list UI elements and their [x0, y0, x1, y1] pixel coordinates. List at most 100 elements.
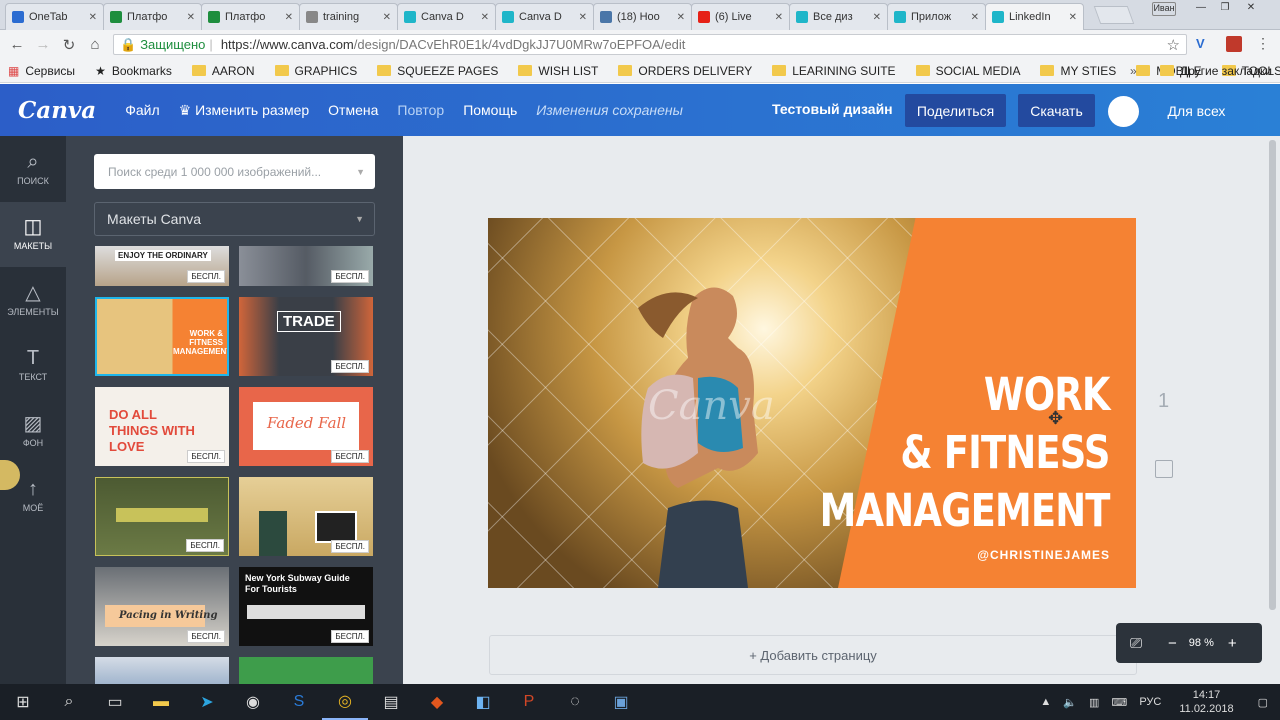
- browser-tab[interactable]: Canva D ✕: [495, 3, 594, 30]
- browser-tab[interactable]: LinkedIn ✕: [985, 3, 1084, 30]
- language-indicator[interactable]: РУС: [1139, 696, 1161, 708]
- layouts-dropdown[interactable]: Макеты Canva ▼: [94, 202, 375, 236]
- back-icon[interactable]: ←: [4, 36, 30, 53]
- clock[interactable]: 14:17 11.02.2018: [1179, 688, 1233, 716]
- search-dropdown-icon[interactable]: ▼: [356, 167, 365, 177]
- close-tab-icon[interactable]: ✕: [873, 12, 881, 23]
- close-window-icon[interactable]: ✕: [1240, 2, 1262, 16]
- document-title[interactable]: Тестовый дизайн: [772, 101, 893, 117]
- sidebar-item-4[interactable]: ▨ ФОН: [0, 398, 66, 463]
- design-handle-text[interactable]: @CHRISTINEJAMES: [977, 548, 1110, 562]
- browser-tab[interactable]: OneTab ✕: [5, 3, 104, 30]
- volume-icon[interactable]: 🔈: [1063, 696, 1077, 709]
- canva-logo[interactable]: Canva: [18, 97, 96, 124]
- app-circle-icon[interactable]: ◌: [552, 684, 598, 720]
- share-button[interactable]: Поделиться: [905, 94, 1006, 127]
- app-blue-icon[interactable]: ◧: [460, 684, 506, 720]
- network-icon[interactable]: ▥: [1089, 696, 1099, 709]
- browser-tab[interactable]: Прилож ✕: [887, 3, 986, 30]
- bookmark-1[interactable]: ★ Bookmarks: [95, 64, 172, 78]
- telegram-icon[interactable]: ➤: [184, 684, 230, 720]
- zoom-in-button[interactable]: +: [1228, 635, 1237, 652]
- layout-thumb[interactable]: ENJOY THE ORDINARY БЕСПЛ.: [95, 246, 229, 286]
- extension-v-icon[interactable]: V: [1196, 36, 1214, 52]
- browser-tab[interactable]: (18) Ноо ✕: [593, 3, 692, 30]
- close-tab-icon[interactable]: ✕: [775, 12, 783, 23]
- home-icon[interactable]: ⌂: [82, 36, 108, 53]
- layout-thumb[interactable]: БЕСПЛ.: [239, 246, 373, 286]
- layout-thumb[interactable]: БЕСПЛ.: [95, 477, 229, 556]
- keyboard-icon[interactable]: ⌨: [1111, 696, 1127, 709]
- forward-icon[interactable]: →: [30, 36, 56, 53]
- app-s-icon[interactable]: S: [276, 684, 322, 720]
- close-tab-icon[interactable]: ✕: [187, 12, 195, 23]
- sidebar-item-2[interactable]: △ ЭЛЕМЕНТЫ: [0, 267, 66, 332]
- layout-thumb[interactable]: БЕСПЛ.: [239, 477, 373, 556]
- minimize-icon[interactable]: —: [1190, 2, 1212, 16]
- powerpoint-icon[interactable]: P: [506, 684, 552, 720]
- reload-icon[interactable]: ↻: [56, 36, 82, 54]
- search-icon[interactable]: ⌕: [46, 684, 92, 720]
- bookmark-4[interactable]: SQUEEZE PAGES: [377, 64, 498, 78]
- close-tab-icon[interactable]: ✕: [579, 12, 587, 23]
- new-tab-button[interactable]: [1093, 6, 1135, 24]
- explorer-icon[interactable]: ▬: [138, 684, 184, 720]
- close-tab-icon[interactable]: ✕: [1069, 12, 1077, 23]
- close-tab-icon[interactable]: ✕: [89, 12, 97, 23]
- layout-thumb[interactable]: [239, 657, 373, 684]
- bookmark-star-icon[interactable]: ☆: [1167, 36, 1180, 54]
- layout-thumb[interactable]: TRADE БЕСПЛ.: [239, 297, 373, 376]
- undo-button[interactable]: Отмена: [328, 102, 378, 118]
- bookmark-8[interactable]: SOCIAL MEDIA: [915, 64, 1020, 78]
- sidebar-item-0[interactable]: ⌕ ПОИСК: [0, 136, 66, 201]
- help-menu[interactable]: Помощь: [463, 102, 517, 118]
- canvas-scrollbar[interactable]: [1269, 140, 1276, 610]
- present-icon[interactable]: ⎚: [1130, 635, 1142, 652]
- other-bookmarks[interactable]: Другие закладки: [1160, 64, 1272, 78]
- layout-thumb[interactable]: [95, 657, 229, 684]
- bookmark-3[interactable]: GRAPHICS: [274, 64, 357, 78]
- image-search-input[interactable]: Поиск среди 1 000 000 изображений... ▼: [94, 154, 375, 189]
- start-icon[interactable]: ⊞: [0, 684, 46, 720]
- browser-tab[interactable]: Платфо ✕: [103, 3, 202, 30]
- visibility-button[interactable]: Для всех: [1146, 94, 1247, 127]
- tray-apps-icon[interactable]: ▲: [1040, 696, 1051, 708]
- close-tab-icon[interactable]: ✕: [383, 12, 391, 23]
- app-screen-icon[interactable]: ▣: [598, 684, 644, 720]
- maximize-icon[interactable]: ❐: [1214, 2, 1236, 16]
- zoom-out-button[interactable]: −: [1168, 635, 1177, 652]
- browser-tab[interactable]: Все диз ✕: [789, 3, 888, 30]
- close-tab-icon[interactable]: ✕: [481, 12, 489, 23]
- layout-thumb[interactable]: Pacing in Writing БЕСПЛ.: [95, 567, 229, 646]
- bookmark-2[interactable]: AARON: [191, 64, 255, 78]
- bookmark-5[interactable]: WISH LIST: [518, 64, 598, 78]
- resize-button[interactable]: ♛ Изменить размер: [179, 102, 310, 119]
- bookmark-6[interactable]: ORDERS DELIVERY: [618, 64, 752, 78]
- url-input[interactable]: 🔒 Защищено | https://www.canva.com/desig…: [113, 34, 1187, 55]
- sidebar-item-1[interactable]: ◫ МАКЕТЫ: [0, 201, 66, 267]
- bookmark-7[interactable]: LEARINING SUITE: [772, 64, 896, 78]
- download-button[interactable]: Скачать: [1018, 94, 1095, 127]
- browser-tab[interactable]: (6) Live ✕: [691, 3, 790, 30]
- bookmark-9[interactable]: MY STIES: [1040, 64, 1116, 78]
- profile-name[interactable]: Иван: [1152, 2, 1176, 16]
- app-red-icon[interactable]: ◆: [414, 684, 460, 720]
- close-tab-icon[interactable]: ✕: [677, 12, 685, 23]
- extension-mail-icon[interactable]: [1226, 36, 1242, 52]
- copy-page-icon[interactable]: [1155, 460, 1173, 478]
- file-menu[interactable]: Файл: [125, 102, 159, 118]
- more-bookmarks-icon[interactable]: »: [1130, 64, 1137, 78]
- redo-button[interactable]: Повтор: [397, 102, 444, 118]
- layout-thumb-selected[interactable]: WORK & FITNESS MANAGEMENT: [95, 297, 229, 376]
- design-heading[interactable]: WORK & FITNESS MANAGEMENT: [820, 366, 1111, 540]
- close-tab-icon[interactable]: ✕: [971, 12, 979, 23]
- browser-tab[interactable]: Платфо ✕: [201, 3, 300, 30]
- layout-thumb[interactable]: New York Subway Guide For Tourists БЕСПЛ…: [239, 567, 373, 646]
- chrome-icon[interactable]: ◎: [322, 684, 368, 720]
- task-view-icon[interactable]: ▭: [92, 684, 138, 720]
- sidebar-item-3[interactable]: T ТЕКСТ: [0, 333, 66, 398]
- design-page[interactable]: Canva WORK & FITNESS MANAGEMENT @CHRISTI…: [488, 218, 1136, 588]
- layout-thumb[interactable]: Faded Fall БЕСПЛ.: [239, 387, 373, 466]
- printer-icon[interactable]: ▤: [368, 684, 414, 720]
- layout-thumb[interactable]: DO ALL THINGS WITH LOVE БЕСПЛ.: [95, 387, 229, 466]
